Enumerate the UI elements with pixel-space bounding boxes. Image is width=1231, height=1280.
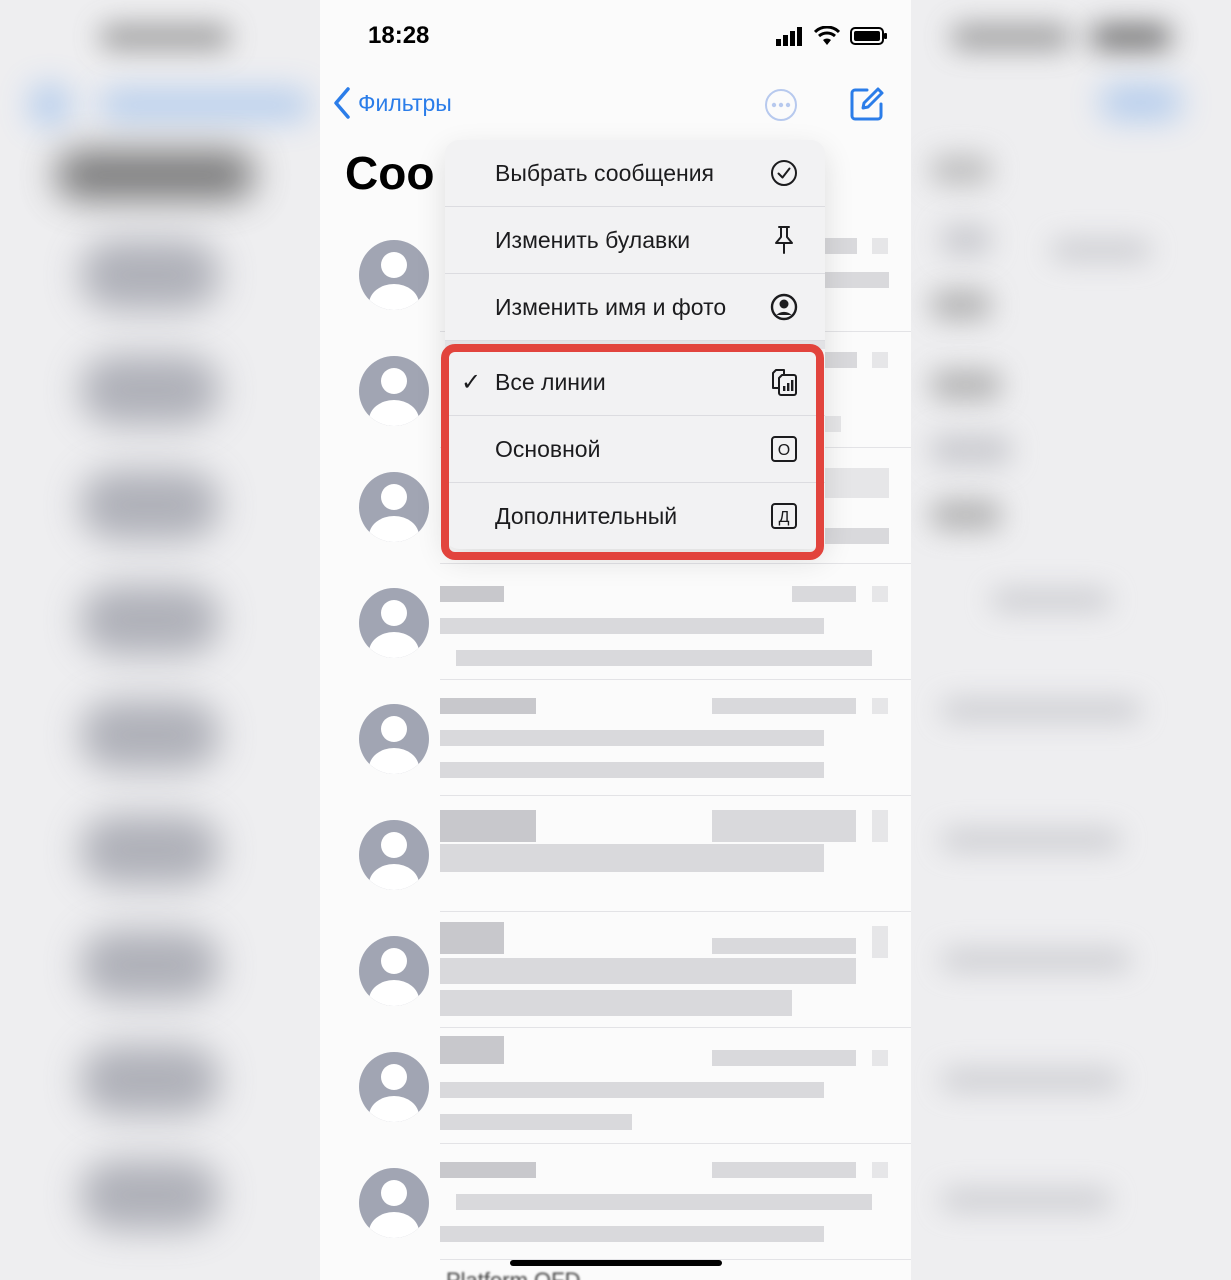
- list-item[interactable]: [320, 1028, 911, 1144]
- checkmark-circle-icon: [769, 158, 799, 188]
- menu-item-all-lines[interactable]: ✓ Все линии: [445, 349, 825, 416]
- bottom-peek-text: Platform OFD: [446, 1268, 580, 1280]
- sim-primary-icon: О: [769, 434, 799, 464]
- avatar: [359, 240, 429, 310]
- menu-item-secondary-line[interactable]: Дополнительный Д: [445, 483, 825, 549]
- cellular-signal-icon: [776, 27, 802, 46]
- context-menu: Выбрать сообщения Изменить булавки Измен…: [445, 140, 825, 549]
- svg-text:Д: Д: [779, 509, 790, 526]
- sim-secondary-icon: Д: [769, 501, 799, 531]
- menu-item-primary-line[interactable]: Основной О: [445, 416, 825, 483]
- page-title: Coo: [345, 147, 435, 199]
- menu-item-label: Все линии: [495, 368, 606, 395]
- list-item[interactable]: [320, 680, 911, 796]
- more-options-icon[interactable]: [764, 88, 798, 122]
- menu-item-label: Выбрать сообщения: [495, 159, 715, 186]
- avatar: [359, 356, 429, 426]
- avatar: [359, 704, 429, 774]
- sim-all-icon: [769, 367, 799, 397]
- phone-screen: 18:28 Фильтры Coo Выбрать сообщения Изме…: [320, 0, 911, 1280]
- blurred-background-left: [0, 0, 320, 1280]
- avatar: [359, 936, 429, 1006]
- menu-item-label: Изменить имя и фото: [495, 293, 727, 320]
- avatar: [359, 588, 429, 658]
- menu-item-label: Дополнительный: [495, 502, 678, 529]
- back-button[interactable]: Фильтры: [332, 86, 452, 120]
- chevron-left-icon: [334, 87, 350, 119]
- checkmark-icon: ✓: [461, 368, 482, 396]
- list-item[interactable]: [320, 1144, 911, 1260]
- avatar: [359, 1168, 429, 1238]
- list-item[interactable]: [320, 564, 911, 680]
- list-item[interactable]: [320, 912, 911, 1028]
- svg-text:О: О: [778, 442, 790, 459]
- person-circle-icon: [769, 292, 799, 322]
- avatar: [359, 472, 429, 542]
- menu-item-edit-pins[interactable]: Изменить булавки: [445, 207, 825, 274]
- pin-icon: [769, 225, 799, 255]
- wifi-icon: [814, 26, 840, 45]
- back-button-label: Фильтры: [358, 89, 452, 116]
- home-indicator[interactable]: [510, 1260, 722, 1266]
- menu-item-label: Изменить булавки: [495, 226, 691, 253]
- status-time: 18:28: [368, 22, 430, 49]
- menu-item-label: Основной: [495, 435, 601, 462]
- compose-icon[interactable]: [849, 86, 885, 122]
- status-icons: [776, 26, 888, 46]
- list-item[interactable]: [320, 796, 911, 912]
- menu-item-edit-name-photo[interactable]: Изменить имя и фото: [445, 274, 825, 341]
- battery-icon: [850, 27, 887, 45]
- menu-item-select-messages[interactable]: Выбрать сообщения: [445, 140, 825, 207]
- blurred-background-right: [911, 0, 1231, 1280]
- avatar: [359, 1052, 429, 1122]
- menu-section-separator: [445, 341, 825, 349]
- avatar: [359, 820, 429, 890]
